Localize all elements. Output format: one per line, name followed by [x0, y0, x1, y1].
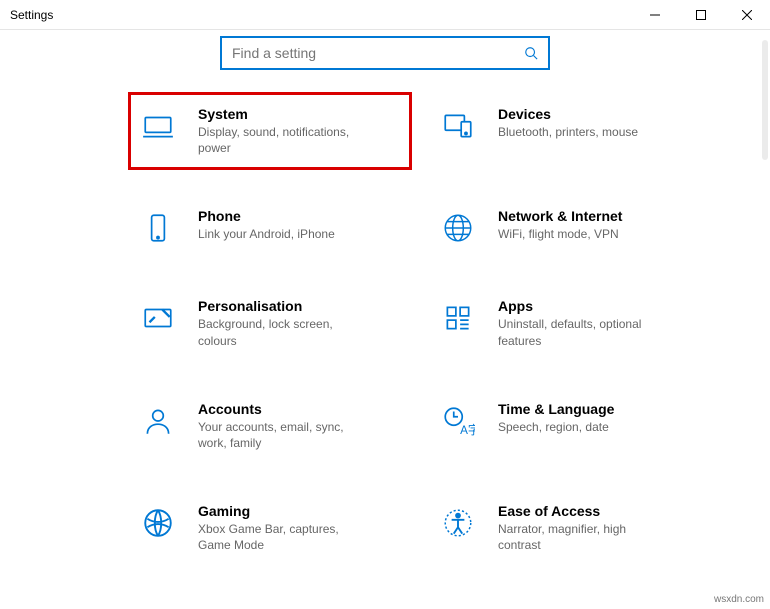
settings-tile-accounts[interactable]: Accounts Your accounts, email, sync, wor…	[130, 389, 410, 463]
tile-subtitle: WiFi, flight mode, VPN	[498, 226, 622, 242]
settings-tile-apps[interactable]: Apps Uninstall, defaults, optional featu…	[430, 286, 710, 360]
tile-subtitle: Your accounts, email, sync, work, family	[198, 419, 368, 451]
settings-tile-system[interactable]: System Display, sound, notifications, po…	[130, 94, 410, 168]
tile-subtitle: Narrator, magnifier, high contrast	[498, 521, 668, 553]
tile-title: Time & Language	[498, 401, 614, 417]
network-icon	[440, 210, 476, 246]
tile-text: Network & Internet WiFi, flight mode, VP…	[498, 208, 622, 242]
tile-title: Phone	[198, 208, 335, 224]
tile-text: Accounts Your accounts, email, sync, wor…	[198, 401, 368, 451]
tile-title: Devices	[498, 106, 638, 122]
personalisation-icon	[140, 300, 176, 336]
close-button[interactable]	[724, 0, 770, 29]
settings-tile-phone[interactable]: Phone Link your Android, iPhone	[130, 196, 410, 258]
tile-subtitle: Xbox Game Bar, captures, Game Mode	[198, 521, 368, 553]
tile-text: System Display, sound, notifications, po…	[198, 106, 368, 156]
tile-text: Phone Link your Android, iPhone	[198, 208, 335, 242]
watermark: wsxdn.com	[714, 594, 764, 605]
maximize-button[interactable]	[678, 0, 724, 29]
tile-subtitle: Display, sound, notifications, power	[198, 124, 368, 156]
tile-subtitle: Bluetooth, printers, mouse	[498, 124, 638, 140]
system-icon	[140, 108, 176, 144]
tile-title: Apps	[498, 298, 668, 314]
tile-text: Devices Bluetooth, printers, mouse	[498, 106, 638, 140]
settings-tile-personalisation[interactable]: Personalisation Background, lock screen,…	[130, 286, 410, 360]
search-icon	[524, 46, 538, 60]
tile-title: Gaming	[198, 503, 368, 519]
tile-text: Time & Language Speech, region, date	[498, 401, 614, 435]
tile-subtitle: Uninstall, defaults, optional features	[498, 316, 668, 348]
time-language-icon: A字	[440, 403, 476, 439]
svg-text:A字: A字	[460, 423, 475, 437]
settings-tile-devices[interactable]: Devices Bluetooth, printers, mouse	[430, 94, 710, 168]
tile-title: Accounts	[198, 401, 368, 417]
settings-grid: System Display, sound, notifications, po…	[0, 94, 770, 566]
scrollbar-thumb[interactable]	[762, 40, 768, 160]
gaming-icon	[140, 505, 176, 541]
tile-title: Personalisation	[198, 298, 368, 314]
tile-title: System	[198, 106, 368, 122]
tile-title: Network & Internet	[498, 208, 622, 224]
settings-tile-gaming[interactable]: Gaming Xbox Game Bar, captures, Game Mod…	[130, 491, 410, 565]
phone-icon	[140, 210, 176, 246]
tile-text: Gaming Xbox Game Bar, captures, Game Mod…	[198, 503, 368, 553]
devices-icon	[440, 108, 476, 144]
search-box[interactable]	[220, 36, 550, 70]
settings-tile-ease-of-access[interactable]: Ease of Access Narrator, magnifier, high…	[430, 491, 710, 565]
titlebar: Settings	[0, 0, 770, 30]
apps-icon	[440, 300, 476, 336]
settings-tile-network[interactable]: Network & Internet WiFi, flight mode, VP…	[430, 196, 710, 258]
close-icon	[742, 10, 752, 20]
tile-subtitle: Speech, region, date	[498, 419, 614, 435]
tile-text: Personalisation Background, lock screen,…	[198, 298, 368, 348]
search-input[interactable]	[232, 45, 524, 61]
minimize-button[interactable]	[632, 0, 678, 29]
tile-text: Apps Uninstall, defaults, optional featu…	[498, 298, 668, 348]
tile-subtitle: Background, lock screen, colours	[198, 316, 368, 348]
ease-of-access-icon	[440, 505, 476, 541]
tile-text: Ease of Access Narrator, magnifier, high…	[498, 503, 668, 553]
titlebar-title: Settings	[10, 8, 53, 22]
titlebar-controls	[632, 0, 770, 29]
tile-subtitle: Link your Android, iPhone	[198, 226, 335, 242]
tile-title: Ease of Access	[498, 503, 668, 519]
settings-tile-time-language[interactable]: A字 Time & Language Speech, region, date	[430, 389, 710, 463]
maximize-icon	[696, 10, 706, 20]
minimize-icon	[650, 10, 660, 20]
search-wrap	[0, 30, 770, 94]
accounts-icon	[140, 403, 176, 439]
